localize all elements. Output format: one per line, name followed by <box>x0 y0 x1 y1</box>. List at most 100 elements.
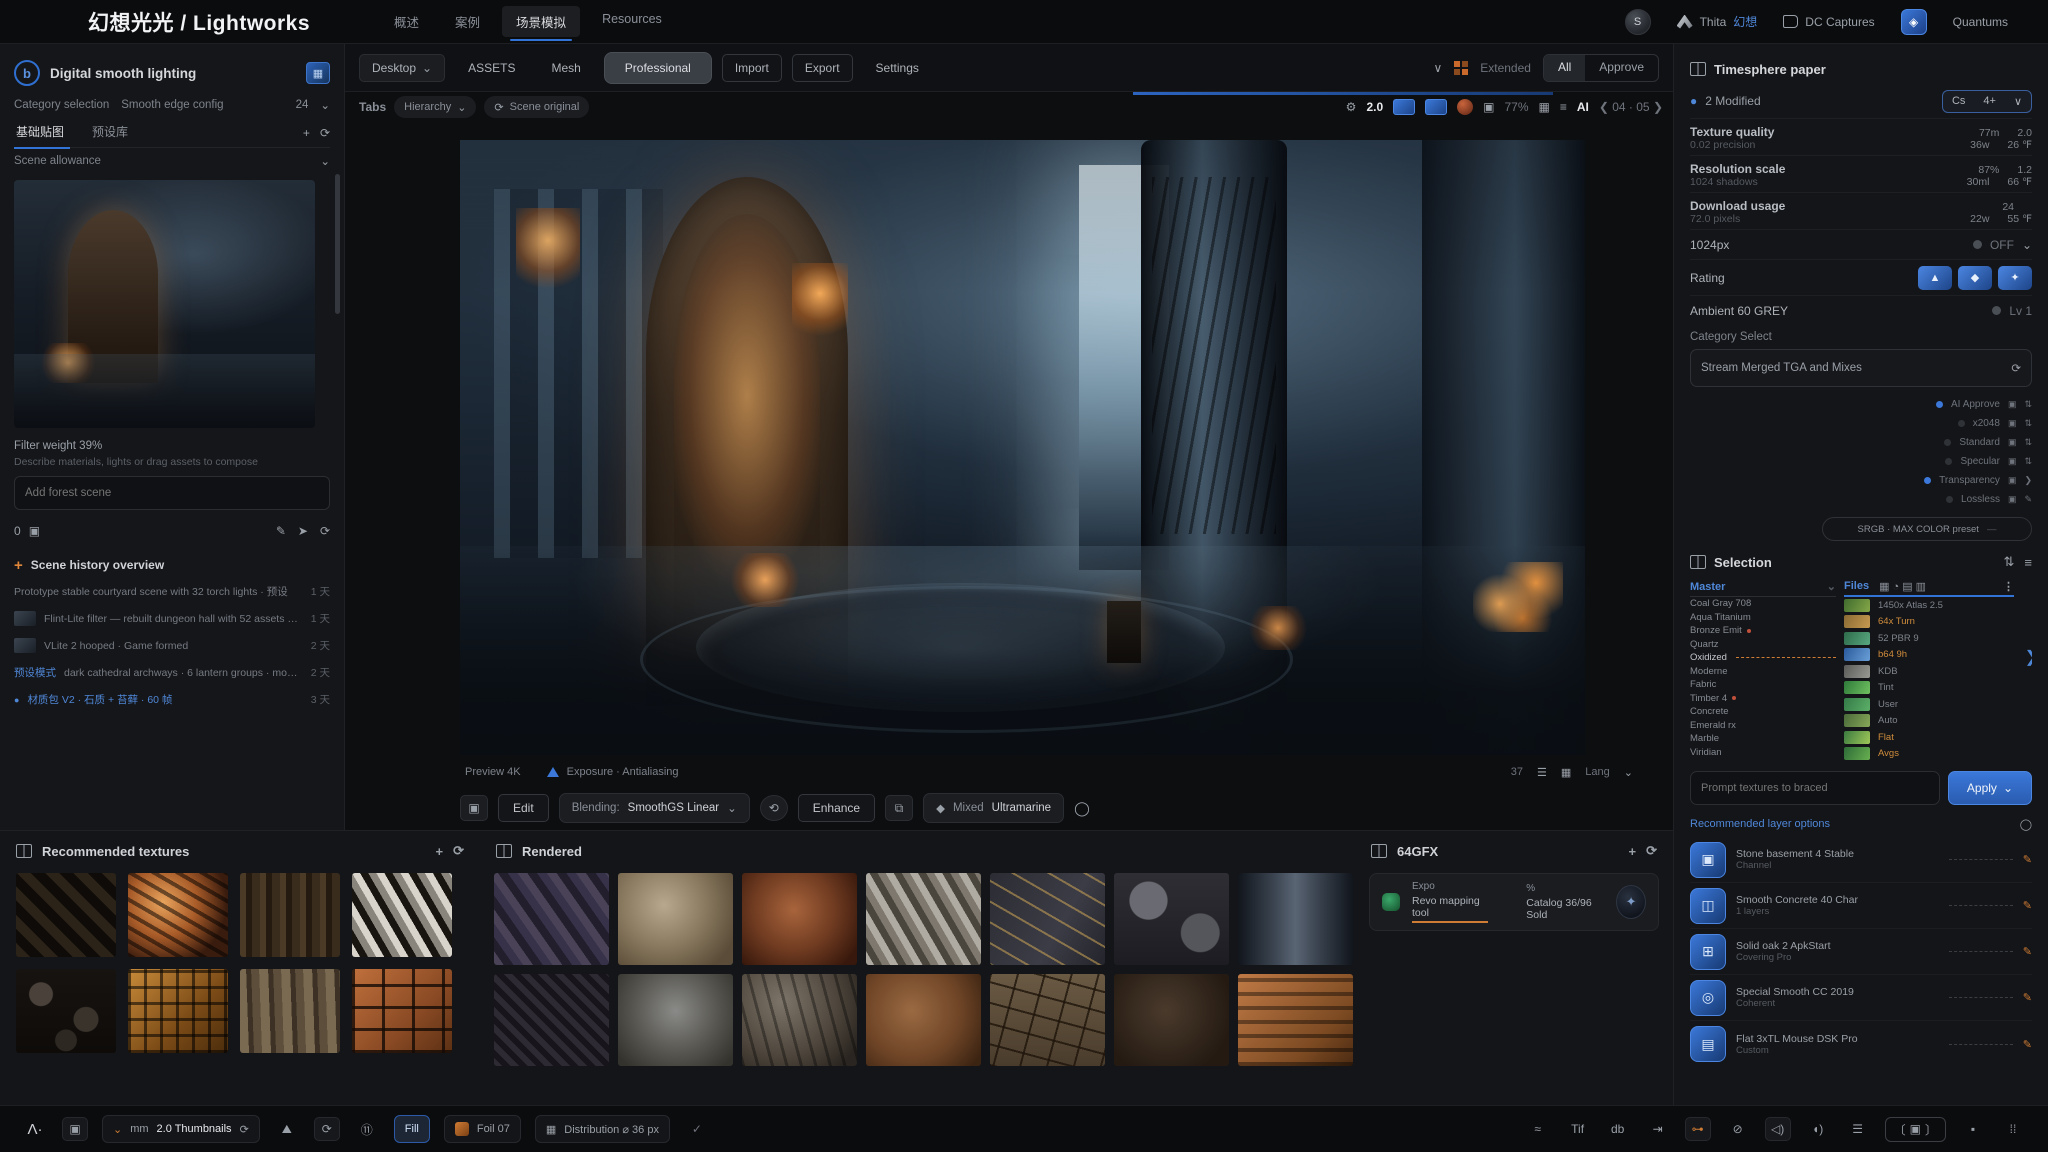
texture-tile-fabric-dark[interactable] <box>494 974 609 1066</box>
edit-button[interactable]: Edit <box>498 794 549 822</box>
history-item[interactable]: VLite 2 hooped · Game formed2 天 <box>14 632 330 659</box>
record-levels-icon[interactable]: ⊶ <box>1685 1117 1711 1141</box>
texture-tile-leather-dark[interactable] <box>1114 974 1229 1066</box>
flag-copy-icon[interactable]: ▣ <box>2008 418 2017 429</box>
texture-search-input[interactable] <box>1690 771 1940 805</box>
import-button[interactable]: Import <box>722 54 782 82</box>
menu-icon[interactable]: ≡ <box>1560 100 1567 114</box>
flag-updown-icon[interactable]: ⇅ <box>2024 437 2032 448</box>
extended-label[interactable]: Extended <box>1480 61 1531 75</box>
render-viewport[interactable] <box>460 140 1585 755</box>
texture-tile-purple-knit[interactable] <box>494 873 609 965</box>
grid-icon[interactable]: ▦ <box>1539 100 1550 114</box>
master-item[interactable]: Marble <box>1690 732 1836 746</box>
frame-icon[interactable]: ▣ <box>1483 100 1494 114</box>
file-row[interactable]: Auto <box>1844 713 2014 730</box>
master-item[interactable]: Moderne <box>1690 665 1836 679</box>
add-icon[interactable]: + <box>1629 843 1637 859</box>
menu-item-resources[interactable]: Resources <box>588 6 676 37</box>
menu-item-cases[interactable]: 案例 <box>441 6 494 37</box>
history-item[interactable]: Prototype stable courtyard scene with 32… <box>14 578 330 605</box>
flag-updown-icon[interactable]: ⇅ <box>2024 399 2032 410</box>
texture-tile-beige-rock[interactable] <box>618 873 733 965</box>
frame-nav[interactable]: ❮ 04 · 05 ❯ <box>1599 100 1663 114</box>
chevron-down-icon[interactable]: ⌄ <box>1624 766 1633 779</box>
tab-presets[interactable]: 预设库 <box>90 117 138 148</box>
refresh-icon[interactable]: ⟳ <box>320 126 330 140</box>
sliders-icon[interactable]: ≈ <box>1525 1117 1551 1141</box>
tif-format-button[interactable]: Tif <box>1565 1117 1591 1141</box>
ambient-toggle[interactable] <box>1992 306 2001 315</box>
texture-tile-lava-crack[interactable] <box>128 873 228 957</box>
drag-dots-icon[interactable]: ⁞⁞ <box>2000 1117 2026 1141</box>
texture-tile-bark[interactable] <box>240 873 340 957</box>
history-item[interactable]: Flint-Lite filter — rebuilt dungeon hall… <box>14 605 330 632</box>
revo-mapping-tab[interactable]: Expo Revo mapping tool <box>1412 881 1488 923</box>
category-selection-label[interactable]: Category selection <box>14 99 109 111</box>
check-icon[interactable]: ✓ <box>684 1117 710 1141</box>
flag-copy-icon[interactable]: ▣ <box>2008 437 2017 448</box>
flag-row[interactable]: AI Approve▣⇅ <box>1690 395 2032 414</box>
zoom-value[interactable]: 2.0 <box>1366 100 1383 114</box>
arrow-export-icon[interactable]: ⇥ <box>1645 1117 1671 1141</box>
edit-pen-icon[interactable]: ✎ <box>2023 899 2032 912</box>
blending-control[interactable]: Blending: SmoothGS Linear ⌄ <box>559 793 750 823</box>
user-avatar[interactable]: S <box>1625 9 1651 35</box>
master-item[interactable]: Aqua Titanium <box>1690 611 1836 625</box>
mesh-button[interactable]: Mesh <box>538 54 593 82</box>
texture-tile-dark-checker[interactable] <box>16 873 116 957</box>
rating-button-mountain[interactable]: ▲ <box>1918 266 1952 290</box>
hierarchy-chip[interactable]: Hierarchy⌄ <box>394 96 476 118</box>
texture-tile-pebbles[interactable] <box>16 969 116 1053</box>
mod-button-4plus[interactable]: 4+ <box>1974 91 2005 111</box>
file-row[interactable]: 1450x Atlas 2.5 <box>1844 597 2014 614</box>
list-icon[interactable]: ≡ <box>2024 554 2032 570</box>
fill-tool-button[interactable]: Fill <box>394 1115 430 1143</box>
file-row[interactable]: KDB <box>1844 663 2014 680</box>
flag-copy-icon[interactable]: ▣ <box>2008 475 2017 486</box>
flag-updown-icon[interactable]: ⇅ <box>2024 456 2032 467</box>
px-toggle[interactable] <box>1973 240 1982 249</box>
sort-icon[interactable]: ⇅ <box>2004 554 2015 570</box>
rating-button-star[interactable]: ✦ <box>1998 266 2032 290</box>
flag-copy-icon[interactable]: ▣ <box>2008 399 2017 410</box>
layer-entry[interactable]: ▤ Flat 3xTL Mouse DSK ProCustom ✎ <box>1690 1021 2032 1067</box>
pen-icon[interactable]: ✎ <box>276 524 286 538</box>
refresh-icon[interactable]: ⟳ <box>453 843 464 859</box>
brand-thita[interactable]: Thita 幻想 <box>1677 13 1758 30</box>
layers-tool-button[interactable]: ⧉ <box>885 795 913 821</box>
flag-copy-icon[interactable]: ▣ <box>2008 456 2017 467</box>
scale-percent[interactable]: 77% <box>1504 100 1528 114</box>
texture-tile-copper-brick[interactable] <box>352 969 452 1053</box>
brand-captures[interactable]: DC Captures <box>1783 15 1874 29</box>
enhance-button[interactable]: Enhance <box>798 794 875 822</box>
exposure-label[interactable]: Exposure · Antialiasing <box>567 766 679 778</box>
flag-row[interactable]: Specular▣⇅ <box>1690 452 2032 471</box>
layer-entry[interactable]: ▣ Stone basement 4 StableChannel ✎ <box>1690 837 2032 883</box>
left-scrollbar[interactable] <box>335 174 340 314</box>
texture-tile-mud-crack[interactable] <box>990 974 1105 1066</box>
catalog-tab[interactable]: % Catalog 36/96 Sold <box>1526 883 1604 921</box>
flag-row[interactable]: x2048▣⇅ <box>1690 414 2032 433</box>
brand-quantums[interactable]: Quantums <box>1953 15 2008 29</box>
shield-badge-icon[interactable]: ✦ <box>1616 885 1646 919</box>
file-row[interactable]: 64x Turn <box>1844 614 2014 631</box>
collapse-chevron-icon[interactable]: ∨ <box>1433 61 1442 75</box>
scene-original-chip[interactable]: ⟳Scene original <box>484 96 589 118</box>
menu-item-overview[interactable]: 概述 <box>380 6 433 37</box>
kebab-icon[interactable]: ⋮ <box>2003 580 2014 593</box>
image-preview-icon[interactable]: ▦ <box>306 62 330 84</box>
master-item[interactable]: Viridian <box>1690 746 1836 760</box>
home-tool-button[interactable]: ▣ <box>460 795 488 821</box>
edit-pen-icon[interactable]: ✎ <box>2023 945 2032 958</box>
texture-tile-stone-pillar[interactable] <box>1238 873 1353 965</box>
grid-icon[interactable]: ▦ <box>1561 766 1571 779</box>
mod-chevron[interactable]: ∨ <box>2005 91 2031 112</box>
file-row[interactable]: Avgs <box>1844 746 2014 763</box>
speaker-icon[interactable]: ◁) <box>1765 1117 1791 1141</box>
db-format-button[interactable]: db <box>1605 1117 1631 1141</box>
package-tool-icon[interactable]: ▣ <box>62 1117 88 1141</box>
flag-row[interactable]: Lossless▣✎ <box>1690 490 2032 509</box>
texture-tile-cracked-wood[interactable] <box>240 969 340 1053</box>
flag-copy-icon[interactable]: ▣ <box>2008 494 2017 505</box>
